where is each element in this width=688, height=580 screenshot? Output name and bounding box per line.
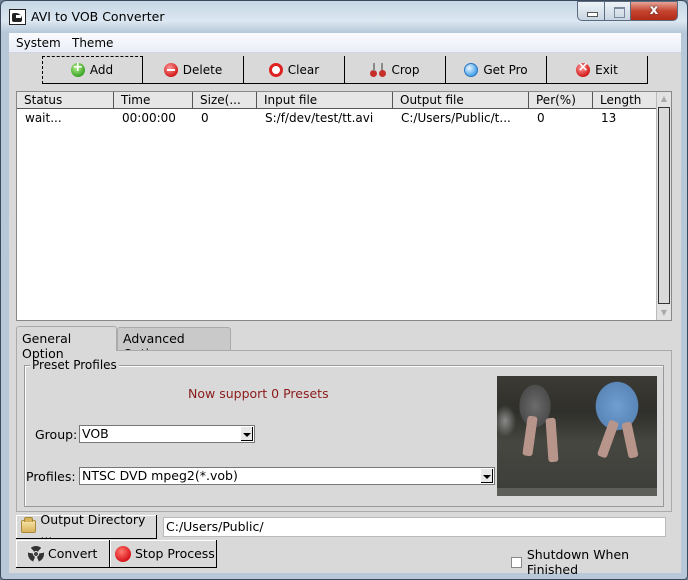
delete-label: Delete bbox=[182, 62, 223, 77]
minimize-button[interactable] bbox=[577, 1, 605, 21]
clear-label: Clear bbox=[287, 62, 320, 77]
app-icon bbox=[9, 9, 26, 25]
add-button[interactable]: Add bbox=[42, 56, 143, 84]
add-label: Add bbox=[89, 62, 114, 77]
get-pro-label: Get Pro bbox=[483, 62, 528, 77]
file-list[interactable]: Status Time Size(... Input file Output f… bbox=[16, 91, 672, 321]
menu-system[interactable]: System bbox=[16, 36, 61, 50]
get-pro-button[interactable]: Get Pro bbox=[446, 56, 547, 84]
file-list-header: Status Time Size(... Input file Output f… bbox=[17, 92, 657, 109]
output-directory-label: Output Directory ... bbox=[40, 511, 146, 542]
scrollbar-track[interactable] bbox=[658, 107, 670, 304]
column-output-file[interactable]: Output file bbox=[393, 92, 529, 109]
scroll-down-icon[interactable]: ▼ bbox=[657, 306, 671, 320]
stop-process-button[interactable]: Stop Process bbox=[110, 540, 217, 568]
crop-label: Crop bbox=[391, 62, 420, 77]
column-size[interactable]: Size(... bbox=[193, 92, 257, 109]
tab-advanced-option[interactable]: Advanced Option bbox=[117, 327, 231, 361]
maximize-button[interactable] bbox=[604, 1, 631, 21]
preset-profiles-group: Preset Profiles Now support 0 Presets Gr… bbox=[24, 358, 664, 507]
window-title: AVI to VOB Converter bbox=[31, 9, 165, 24]
column-input-file[interactable]: Input file bbox=[257, 92, 393, 109]
convert-label: Convert bbox=[48, 546, 98, 561]
shutdown-checkbox[interactable] bbox=[511, 556, 522, 568]
close-button[interactable]: x bbox=[630, 1, 678, 21]
scroll-up-icon[interactable]: ▲ bbox=[657, 92, 671, 106]
stop-icon bbox=[115, 545, 131, 562]
delete-button[interactable]: Delete bbox=[143, 56, 244, 84]
toolbar: Add Delete Clear Crop Get Pro Exit bbox=[9, 55, 681, 85]
output-directory-input[interactable]: C:/Users/Public/ bbox=[163, 517, 666, 537]
client-area: System Theme Add Delete Clear Crop bbox=[9, 33, 681, 577]
exit-label: Exit bbox=[595, 62, 618, 77]
convert-button[interactable]: Convert bbox=[16, 540, 110, 568]
shutdown-label: Shutdown When Finished bbox=[526, 547, 630, 577]
chevron-down-icon[interactable] bbox=[241, 427, 253, 441]
menu-theme[interactable]: Theme bbox=[72, 36, 113, 50]
cell-input-file: S:/f/dev/test/tt.avi bbox=[265, 111, 374, 125]
profiles-select-value: NTSC DVD mpeg2(*.vob) bbox=[82, 468, 238, 483]
column-status[interactable]: Status bbox=[17, 92, 114, 109]
cell-status: wait... bbox=[25, 111, 62, 125]
chevron-down-icon[interactable] bbox=[481, 469, 493, 483]
group-label: Group: bbox=[35, 427, 78, 442]
app-window: AVI to VOB Converter x System Theme Add … bbox=[0, 0, 688, 580]
profiles-label: Profiles: bbox=[26, 469, 76, 484]
preset-count-message: Now support 0 Presets bbox=[188, 386, 329, 401]
tab-general-option[interactable]: General Option bbox=[16, 326, 117, 361]
clear-icon bbox=[268, 62, 283, 77]
cell-percent: 0 bbox=[537, 111, 545, 125]
shutdown-when-finished-option[interactable]: Shutdown When Finished bbox=[511, 547, 681, 577]
exit-button[interactable]: Exit bbox=[547, 56, 648, 84]
cell-length: 13 bbox=[601, 111, 617, 125]
table-row[interactable]: wait... 00:00:00 0 S:/f/dev/test/tt.avi … bbox=[17, 110, 657, 126]
title-bar[interactable]: AVI to VOB Converter x bbox=[1, 1, 687, 33]
menu-bar: System Theme bbox=[9, 33, 681, 53]
general-option-panel: Preset Profiles Now support 0 Presets Gr… bbox=[16, 350, 672, 512]
option-tabs: General Option Advanced Option bbox=[16, 326, 672, 361]
stop-process-label: Stop Process bbox=[135, 546, 215, 561]
profiles-select[interactable]: NTSC DVD mpeg2(*.vob) bbox=[79, 467, 495, 485]
exit-icon bbox=[576, 60, 591, 77]
crop-button[interactable]: Crop bbox=[345, 56, 446, 84]
add-icon bbox=[70, 60, 85, 77]
vertical-scrollbar[interactable]: ▲ ▼ bbox=[656, 92, 671, 320]
delete-icon bbox=[163, 62, 178, 77]
output-directory-button[interactable]: Output Directory ... bbox=[16, 511, 157, 542]
column-percent[interactable]: Per(%) bbox=[529, 92, 593, 109]
cell-size: 0 bbox=[201, 111, 209, 125]
close-icon: x bbox=[649, 3, 659, 18]
folder-icon bbox=[21, 517, 37, 533]
group-select-value: VOB bbox=[82, 426, 109, 441]
clear-button[interactable]: Clear bbox=[244, 56, 345, 84]
cell-output-file: C:/Users/Public/t... bbox=[401, 111, 511, 125]
column-time[interactable]: Time bbox=[114, 92, 193, 109]
cell-time: 00:00:00 bbox=[122, 111, 176, 125]
get-pro-icon bbox=[464, 62, 479, 77]
video-preview-image bbox=[497, 376, 657, 496]
film-reel-icon bbox=[28, 545, 44, 562]
column-length[interactable]: Length bbox=[593, 92, 657, 109]
crop-icon bbox=[370, 62, 387, 77]
group-select[interactable]: VOB bbox=[79, 425, 255, 443]
